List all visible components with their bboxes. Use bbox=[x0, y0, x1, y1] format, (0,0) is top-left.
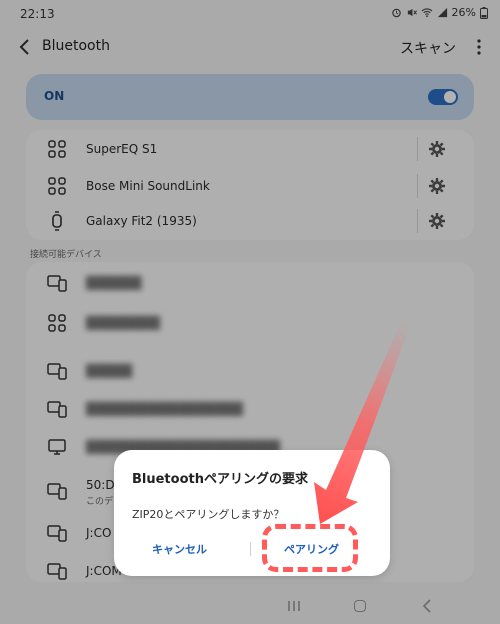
dialog-message: ZIP20とペアリングしますか？ bbox=[132, 508, 285, 521]
nav-back-icon[interactable] bbox=[420, 598, 434, 614]
bluetooth-settings-screen: 22:13 26% Bluetooth スキャン ON SuperEQ S1 B… bbox=[0, 0, 500, 624]
dialog-title: Bluetoothペアリングの要求 bbox=[132, 472, 308, 487]
recents-icon[interactable] bbox=[287, 600, 301, 612]
highlight-box bbox=[262, 524, 358, 572]
button-separator bbox=[250, 542, 251, 556]
home-icon[interactable] bbox=[354, 600, 366, 612]
cancel-button[interactable]: キャンセル bbox=[152, 541, 207, 557]
navigation-bar bbox=[0, 590, 500, 624]
